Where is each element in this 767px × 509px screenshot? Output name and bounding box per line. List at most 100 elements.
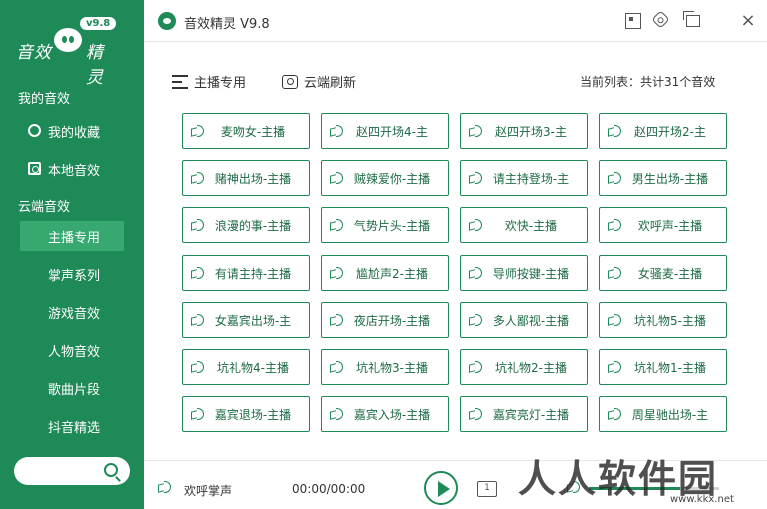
sound-button[interactable]: 嘉宾入场-主播	[321, 396, 449, 432]
sound-button[interactable]: 女骚麦-主播	[599, 255, 727, 291]
sound-button-label: 欢快-主播	[504, 218, 558, 233]
sound-wave-icon	[191, 125, 205, 137]
sound-wave-icon	[608, 361, 622, 373]
disk-icon	[28, 162, 41, 175]
sound-button-label: 坑礼物4-主播	[217, 360, 289, 375]
logo-text: 音效 精灵	[16, 38, 103, 88]
sidebar-item-game[interactable]: 游戏音效	[20, 297, 124, 327]
sound-button[interactable]: 坑礼物2-主播	[460, 349, 588, 385]
skin-icon[interactable]	[625, 13, 641, 29]
sidebar-item-local[interactable]: 本地音效	[20, 154, 124, 184]
sound-button[interactable]: 欢呼声-主播	[599, 207, 727, 243]
sound-wave-icon	[469, 361, 483, 373]
sound-wave-icon	[608, 219, 622, 231]
list-count: 当前列表：共计31个音效	[580, 75, 716, 89]
sidebar-item-label: 抖音精选	[48, 420, 101, 436]
sound-button-label: 欢呼声-主播	[637, 218, 703, 233]
sound-button-label: 周星驰出场-主	[631, 407, 709, 422]
sound-button[interactable]: 赵四开场4-主	[321, 113, 449, 149]
sound-button-label: 坑礼物5-主播	[634, 313, 706, 328]
sound-button-label: 嘉宾入场-主播	[353, 407, 431, 422]
sound-button[interactable]: 尴尬声2-主播	[321, 255, 449, 291]
sound-wave-icon	[608, 267, 622, 279]
app-title: 音效精灵 V9.8	[184, 17, 270, 32]
sidebar-item-favorites[interactable]: 我的收藏	[20, 116, 124, 146]
sound-button[interactable]: 女嘉宾出场-主	[182, 302, 310, 338]
sound-button[interactable]: 坑礼物1-主播	[599, 349, 727, 385]
logo-text-right: 精灵	[86, 43, 104, 88]
sound-button[interactable]: 夜店开场-主播	[321, 302, 449, 338]
sound-button[interactable]: 坑礼物4-主播	[182, 349, 310, 385]
sidebar-item-anchor[interactable]: 主播专用	[20, 221, 124, 251]
sidebar-item-label: 我的收藏	[48, 125, 101, 141]
sound-button[interactable]: 周星驰出场-主	[599, 396, 727, 432]
list-icon	[172, 74, 188, 89]
sound-wave-icon	[191, 314, 205, 326]
sound-button-label: 坑礼物1-主播	[634, 360, 706, 375]
sound-button[interactable]: 导师按键-主播	[460, 255, 588, 291]
sound-button[interactable]: 嘉宾亮灯-主播	[460, 396, 588, 432]
sound-button[interactable]: 赵四开场3-主	[460, 113, 588, 149]
sound-button-label: 尴尬声2-主播	[356, 266, 428, 281]
sound-wave-icon	[191, 172, 205, 184]
sound-button-label: 请主持登场-主	[492, 171, 570, 186]
cloud-refresh-button[interactable]: 云端刷新	[282, 72, 356, 91]
close-icon[interactable]: ×	[740, 12, 756, 30]
sound-button[interactable]: 坑礼物5-主播	[599, 302, 727, 338]
now-playing-title: 欢呼掌声	[184, 484, 233, 498]
sound-button-label: 赌神出场-主播	[214, 171, 292, 186]
sound-button[interactable]: 麦吻女-主播	[182, 113, 310, 149]
cloud-refresh-icon	[282, 74, 298, 89]
sound-button-label: 坑礼物3-主播	[356, 360, 428, 375]
sound-wave-icon	[469, 172, 483, 184]
section-cloud-sounds: 云端音效	[18, 200, 71, 215]
title-bar: 音效精灵 V9.8 ×	[144, 0, 767, 42]
sound-button-label: 多人鄙视-主播	[492, 313, 570, 328]
sound-button-label: 麦吻女-主播	[220, 124, 286, 139]
cloud-refresh-label: 云端刷新	[304, 76, 357, 91]
sidebar-item-douyin[interactable]: 抖音精选	[20, 411, 124, 441]
sidebar-item-label: 歌曲片段	[48, 382, 101, 398]
sidebar-item-character[interactable]: 人物音效	[20, 335, 124, 365]
star-icon	[28, 124, 41, 137]
sound-button[interactable]: 贼辣爱你-主播	[321, 160, 449, 196]
sound-button[interactable]: 嘉宾退场-主播	[182, 396, 310, 432]
sidebar-item-applause[interactable]: 掌声系列	[20, 259, 124, 289]
sidebar-item-label: 掌声系列	[48, 268, 101, 284]
sound-button[interactable]: 请主持登场-主	[460, 160, 588, 196]
search-icon[interactable]	[104, 463, 118, 477]
sound-button[interactable]: 赵四开场2-主	[599, 113, 727, 149]
sound-button[interactable]: 浪漫的事-主播	[182, 207, 310, 243]
sound-wave-icon	[330, 125, 344, 137]
sound-wave-icon	[330, 219, 344, 231]
sound-button[interactable]: 气势片头-主播	[321, 207, 449, 243]
sound-button[interactable]: 有请主持-主播	[182, 255, 310, 291]
search-input[interactable]	[14, 457, 130, 485]
sound-button[interactable]: 赌神出场-主播	[182, 160, 310, 196]
sidebar: v9.8 音效 精灵 我的音效 我的收藏 本地音效 云端音效 主播专用 掌声系列…	[0, 0, 144, 509]
logo-version-badge: v9.8	[80, 17, 117, 30]
play-button[interactable]	[424, 471, 458, 505]
loop-icon[interactable]: 1	[477, 481, 497, 497]
sound-button-label: 贼辣爱你-主播	[353, 171, 431, 186]
app-logo: v9.8 音效 精灵	[12, 14, 132, 88]
sound-wave-icon	[469, 219, 483, 231]
sound-button-label: 坑礼物2-主播	[495, 360, 567, 375]
sidebar-item-song-clips[interactable]: 歌曲片段	[20, 373, 124, 403]
minimize-window-icon[interactable]	[683, 11, 700, 27]
sound-button[interactable]: 男生出场-主播	[599, 160, 727, 196]
sound-button[interactable]: 坑礼物3-主播	[321, 349, 449, 385]
section-my-sounds: 我的音效	[18, 92, 71, 107]
sound-wave-icon	[330, 408, 344, 420]
sound-grid: 麦吻女-主播 赵四开场4-主 赵四开场3-主 赵四开场2-主赌神出场-主播 贼辣爱你-主…	[182, 113, 727, 435]
sound-button[interactable]: 多人鄙视-主播	[460, 302, 588, 338]
sound-button-label: 浪漫的事-主播	[214, 218, 292, 233]
sound-wave-icon	[191, 219, 205, 231]
settings-icon[interactable]	[651, 10, 670, 29]
sound-button[interactable]: 欢快-主播	[460, 207, 588, 243]
anchor-list-button[interactable]: 主播专用	[172, 72, 246, 91]
sound-button-label: 嘉宾退场-主播	[214, 407, 292, 422]
sound-wave-icon	[469, 408, 483, 420]
sound-wave-icon	[330, 314, 344, 326]
sound-wave-icon	[191, 361, 205, 373]
